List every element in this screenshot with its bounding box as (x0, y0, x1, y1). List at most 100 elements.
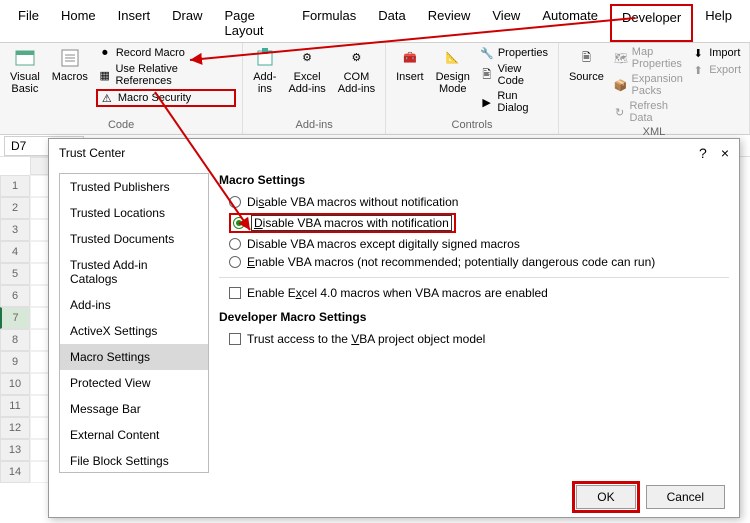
section-dev-macro-title: Developer Macro Settings (219, 310, 729, 324)
row-header[interactable]: 8 (0, 329, 30, 351)
vb-icon (14, 47, 36, 69)
radio-icon (229, 196, 241, 208)
macros-button[interactable]: Macros (48, 45, 92, 85)
tab-view[interactable]: View (482, 4, 530, 42)
cancel-button[interactable]: Cancel (646, 485, 725, 509)
tab-data[interactable]: Data (368, 4, 415, 42)
category-list: Trusted PublishersTrusted LocationsTrust… (59, 173, 209, 473)
gear-icon: ⚙ (296, 47, 318, 69)
group-label-xml: XML (565, 125, 743, 139)
opt-disable-with-notif[interactable]: Disable VBA macros with notification (229, 213, 729, 233)
excel-addins-button[interactable]: ⚙Excel Add-ins (284, 45, 329, 97)
macros-icon (59, 47, 81, 69)
view-code-button[interactable]: 🖹View Code (478, 62, 552, 88)
ribbon-tabs: File Home Insert Draw Page Layout Formul… (0, 0, 750, 43)
pack-icon: 📦 (614, 78, 628, 92)
props-icon: 🔧 (480, 46, 494, 60)
group-label-controls: Controls (392, 118, 552, 132)
group-label-addins: Add-ins (249, 118, 379, 132)
close-button[interactable]: × (721, 145, 729, 161)
checkbox-icon (229, 287, 241, 299)
macro-security-button[interactable]: ⚠Macro Security (96, 89, 236, 107)
row-header[interactable]: 1 (0, 175, 30, 197)
record-macro-button[interactable]: ⏺Record Macro (96, 45, 236, 61)
row-header[interactable]: 9 (0, 351, 30, 373)
addins-icon (254, 47, 276, 69)
category-item[interactable]: Protected View (60, 370, 208, 396)
use-relative-button[interactable]: ▦Use Relative References (96, 62, 236, 88)
row-header[interactable]: 2 (0, 197, 30, 219)
chk-trust-vba[interactable]: Trust access to the VBA project object m… (229, 332, 729, 346)
section-macro-settings-title: Macro Settings (219, 173, 729, 187)
category-item[interactable]: File Block Settings (60, 448, 208, 473)
tab-automate[interactable]: Automate (532, 4, 608, 42)
opt-disable-no-notif[interactable]: Disable VBA macros without notification (229, 195, 729, 209)
row-header[interactable]: 3 (0, 219, 30, 241)
category-item[interactable]: Message Bar (60, 396, 208, 422)
expansion-packs-button[interactable]: 📦Expansion Packs (612, 72, 685, 98)
visual-basic-button[interactable]: Visual Basic (6, 45, 44, 97)
tab-insert[interactable]: Insert (108, 4, 161, 42)
tab-review[interactable]: Review (418, 4, 481, 42)
warning-icon: ⚠ (100, 91, 114, 105)
chk-excel4[interactable]: Enable Excel 4.0 macros when VBA macros … (229, 286, 729, 300)
row-header[interactable]: 12 (0, 417, 30, 439)
group-xml: 🗎Source 🗺Map Properties 📦Expansion Packs… (559, 43, 750, 134)
import-button[interactable]: ⬇Import (689, 45, 743, 61)
category-item[interactable]: ActiveX Settings (60, 318, 208, 344)
row-header[interactable]: 7 (0, 307, 30, 329)
tab-home[interactable]: Home (51, 4, 106, 42)
insert-controls-button[interactable]: 🧰Insert (392, 45, 428, 85)
group-addins: Add- ins ⚙Excel Add-ins ⚙COM Add-ins Add… (243, 43, 386, 134)
export-button[interactable]: ⬆Export (689, 62, 743, 78)
map-icon: 🗺 (614, 51, 628, 65)
radio-icon (233, 217, 245, 229)
tab-help[interactable]: Help (695, 4, 742, 42)
category-item[interactable]: Add-ins (60, 292, 208, 318)
gear2-icon: ⚙ (345, 47, 367, 69)
export-icon: ⬆ (691, 63, 705, 77)
record-icon: ⏺ (98, 46, 112, 60)
row-header[interactable]: 4 (0, 241, 30, 263)
row-header[interactable]: 10 (0, 373, 30, 395)
ok-button[interactable]: OK (576, 485, 635, 509)
row-header[interactable]: 13 (0, 439, 30, 461)
checkbox-icon (229, 333, 241, 345)
radio-icon (229, 256, 241, 268)
refresh-data-button[interactable]: ↻Refresh Data (612, 99, 685, 125)
opt-enable-all[interactable]: Enable VBA macros (not recommended; pote… (229, 255, 729, 269)
tab-file[interactable]: File (8, 4, 49, 42)
properties-button[interactable]: 🔧Properties (478, 45, 552, 61)
design-mode-button[interactable]: 📐Design Mode (432, 45, 474, 97)
row-header[interactable]: 14 (0, 461, 30, 483)
category-item[interactable]: Macro Settings (60, 344, 208, 370)
row-header[interactable]: 6 (0, 285, 30, 307)
com-addins-button[interactable]: ⚙COM Add-ins (334, 45, 379, 97)
category-item[interactable]: Trusted Publishers (60, 174, 208, 200)
import-icon: ⬇ (691, 46, 705, 60)
dialog-title: Trust Center (59, 146, 125, 160)
row-header[interactable]: 11 (0, 395, 30, 417)
ribbon-content: Visual Basic Macros ⏺Record Macro ▦Use R… (0, 43, 750, 135)
category-item[interactable]: Trusted Locations (60, 200, 208, 226)
grid-icon: ▦ (98, 68, 112, 82)
tab-formulas[interactable]: Formulas (292, 4, 366, 42)
opt-disable-except-signed[interactable]: Disable VBA macros except digitally sign… (229, 237, 729, 251)
tab-page-layout[interactable]: Page Layout (215, 4, 291, 42)
source-button[interactable]: 🗎Source (565, 45, 608, 85)
help-button[interactable]: ? (699, 145, 707, 161)
run-dialog-button[interactable]: ▶Run Dialog (478, 89, 552, 115)
category-item[interactable]: External Content (60, 422, 208, 448)
tab-developer[interactable]: Developer (610, 4, 693, 42)
ruler-icon: 📐 (442, 47, 464, 69)
addins-button[interactable]: Add- ins (249, 45, 280, 97)
group-controls: 🧰Insert 📐Design Mode 🔧Properties 🖹View C… (386, 43, 559, 134)
category-item[interactable]: Trusted Add-in Catalogs (60, 252, 208, 292)
category-item[interactable]: Trusted Documents (60, 226, 208, 252)
source-icon: 🗎 (575, 47, 597, 69)
code-icon: 🖹 (480, 68, 494, 82)
row-header[interactable]: 5 (0, 263, 30, 285)
radio-icon (229, 238, 241, 250)
map-properties-button[interactable]: 🗺Map Properties (612, 45, 685, 71)
tab-draw[interactable]: Draw (162, 4, 212, 42)
